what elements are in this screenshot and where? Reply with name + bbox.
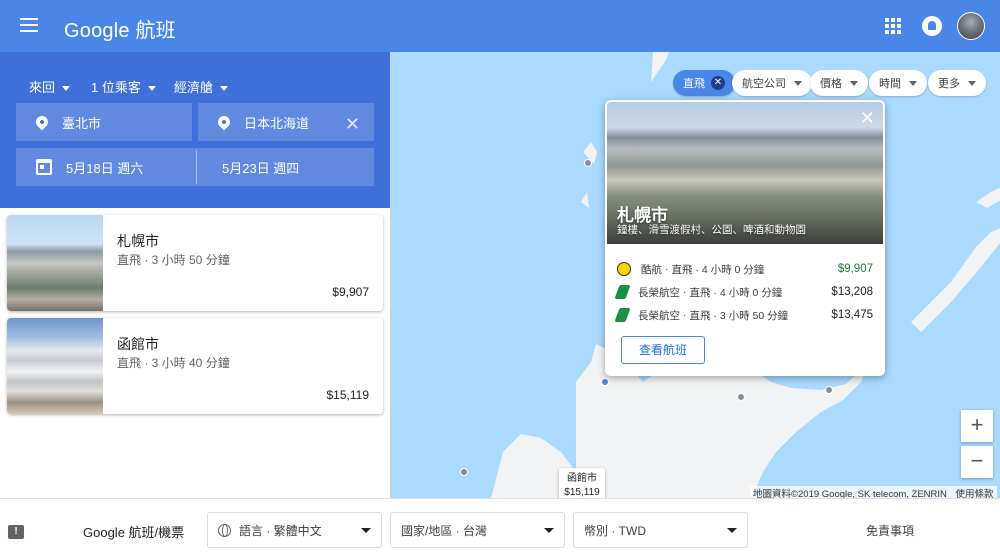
origin-value: 臺北市 — [62, 115, 102, 131]
region-select[interactable]: 國家/地區 · 台灣 — [390, 512, 565, 548]
location-pin-icon — [33, 113, 51, 131]
flight-detail: 直飛 · 4 小時 0 分鐘 — [671, 263, 765, 276]
flight-price: $9,907 — [837, 263, 873, 275]
zoom-in-button[interactable]: + — [961, 410, 993, 442]
passengers-dropdown[interactable]: 1 位乘客 — [91, 77, 156, 96]
brand-product: 航班 — [135, 20, 176, 42]
map-label-city: 函館市 — [567, 473, 597, 484]
price-filter-label: 價格 — [820, 78, 842, 90]
caret-down-icon — [544, 528, 554, 533]
calendar-icon — [36, 159, 52, 175]
app-bar: Google 航班 — [0, 0, 1000, 52]
result-price: $9,907 — [332, 285, 369, 299]
trip-type-dropdown[interactable]: 來回 — [29, 77, 70, 96]
zoom-out-button[interactable]: − — [961, 446, 993, 478]
remove-filter-icon[interactable]: ✕ — [711, 76, 725, 90]
separator: · — [665, 263, 669, 275]
airlines-filter-chip[interactable]: 航空公司 — [732, 70, 812, 96]
notifications-icon[interactable] — [922, 16, 942, 36]
airlines-filter-label: 航空公司 — [742, 78, 786, 90]
chevron-down-icon — [909, 80, 917, 86]
price-filter-chip[interactable]: 價格 — [810, 70, 868, 96]
destination-value: 日本北海道 — [244, 115, 310, 131]
map-label-price: $15,119 — [564, 487, 600, 498]
results-list: 札幌市 直飛 · 3 小時 50 分鐘 $9,907 函館市 直飛 · 3 小時… — [0, 208, 390, 498]
clear-destination-icon[interactable]: ✕ — [345, 114, 360, 135]
result-city: 函館市 — [117, 336, 159, 352]
nonstop-filter-chip[interactable]: 直飛 ✕ — [673, 70, 735, 96]
caret-down-icon — [727, 528, 737, 533]
date-divider — [196, 150, 197, 184]
airline-name: 酷航 — [641, 263, 662, 276]
chevron-down-icon — [968, 80, 976, 86]
map-marker[interactable] — [825, 386, 833, 394]
separator: · — [683, 286, 687, 298]
view-flights-button[interactable]: 查看航班 — [621, 336, 705, 364]
disclaimer-link[interactable]: 免責事項 — [866, 522, 914, 539]
flight-option[interactable]: 長榮航空 · 直飛 · 4 小時 0 分鐘 $13,208 — [614, 283, 873, 301]
currency-value: 幣別 · TWD — [584, 523, 646, 538]
feedback-icon[interactable]: ! — [8, 525, 24, 539]
map-attribution-text: 地圖資料©2019 Google, SK telecom, ZENRIN — [753, 489, 947, 498]
language-select[interactable]: 語言 · 繁體中文 — [207, 512, 382, 548]
separator: · — [683, 309, 687, 321]
flight-detail: 直飛 · 4 小時 0 分鐘 — [689, 286, 783, 299]
close-icon[interactable]: ✕ — [860, 108, 875, 129]
result-card[interactable]: 札幌市 直飛 · 3 小時 50 分鐘 $9,907 — [7, 215, 383, 311]
terms-link[interactable]: 使用條款 — [956, 489, 994, 498]
result-price: $15,119 — [326, 388, 370, 402]
flight-price: $13,208 — [831, 286, 873, 298]
result-info: 直飛 · 3 小時 50 分鐘 — [117, 253, 230, 267]
flight-price: $13,475 — [831, 309, 873, 321]
depart-date[interactable]: 5月18日 週六 — [66, 158, 216, 177]
result-info: 直飛 · 3 小時 40 分鐘 — [117, 356, 230, 370]
map-marker-selected[interactable] — [601, 378, 609, 386]
more-filter-label: 更多 — [938, 78, 960, 90]
date-field[interactable]: 5月18日 週六 5月23日 週四 — [16, 148, 374, 186]
globe-icon — [218, 523, 231, 537]
popup-subtitle: 鐘樓、滑雪渡假村、公園、啤酒和動物園 — [617, 224, 806, 236]
chevron-down-icon — [850, 80, 858, 86]
chevron-down-icon — [794, 80, 802, 86]
flight-option[interactable]: 長榮航空 · 直飛 · 3 小時 50 分鐘 $13,475 — [614, 306, 873, 324]
map-marker[interactable] — [737, 393, 745, 401]
currency-select[interactable]: 幣別 · TWD — [573, 512, 748, 548]
hakodate-map-label[interactable]: 函館市 $15,119 — [559, 468, 605, 498]
result-city: 札幌市 — [117, 233, 159, 249]
product-logo[interactable]: Google 航班 — [64, 14, 176, 43]
map-marker[interactable] — [584, 159, 592, 167]
apps-grid-icon[interactable] — [885, 18, 901, 34]
scoot-logo-icon — [617, 262, 631, 276]
cabin-dropdown[interactable]: 經濟艙 — [174, 77, 228, 96]
flight-option[interactable]: 酷航 · 直飛 · 4 小時 0 分鐘 $9,907 — [617, 260, 873, 278]
menu-icon[interactable] — [20, 18, 38, 32]
flight-detail: 直飛 · 3 小時 50 分鐘 — [689, 309, 789, 322]
eva-logo-icon — [614, 285, 631, 299]
times-filter-chip[interactable]: 時間 — [869, 70, 927, 96]
times-filter-label: 時間 — [879, 78, 901, 90]
nonstop-filter-label: 直飛 — [683, 78, 705, 90]
return-date[interactable]: 5月23日 週四 — [222, 158, 299, 177]
footer-brand: Google 航班/機票 — [83, 525, 185, 540]
airline-name: 長榮航空 — [638, 286, 680, 299]
location-pin-icon — [215, 113, 233, 131]
destination-popup: ✕ 札幌市 鐘樓、滑雪渡假村、公園、啤酒和動物園 酷航 · 直飛 · 4 小時 … — [605, 100, 885, 376]
footer: ! Google 航班/機票 語言 · 繁體中文 國家/地區 · 台灣 幣別 ·… — [0, 498, 1000, 560]
caret-down-icon — [361, 528, 371, 533]
city-photo — [7, 215, 103, 311]
destination-field[interactable]: 日本北海道 ✕ — [198, 103, 374, 141]
map-marker[interactable] — [460, 468, 468, 476]
region-value: 國家/地區 · 台灣 — [401, 523, 487, 538]
search-panel: 來回 1 位乘客 經濟艙 臺北市 日本北海道 ✕ 5月18日 週六 5月23日 … — [0, 52, 390, 208]
language-value: 語言 · 繁體中文 — [239, 523, 322, 538]
eva-logo-icon — [614, 308, 631, 322]
more-filter-chip[interactable]: 更多 — [928, 70, 986, 96]
result-card[interactable]: 函館市 直飛 · 3 小時 40 分鐘 $15,119 — [7, 318, 383, 414]
airline-name: 長榮航空 — [638, 309, 680, 322]
brand-google: Google — [64, 20, 130, 42]
avatar[interactable] — [957, 12, 985, 40]
map-attribution: 地圖資料©2019 Google, SK telecom, ZENRIN 使用條… — [750, 486, 997, 498]
origin-field[interactable]: 臺北市 — [16, 103, 192, 141]
city-photo — [7, 318, 103, 414]
